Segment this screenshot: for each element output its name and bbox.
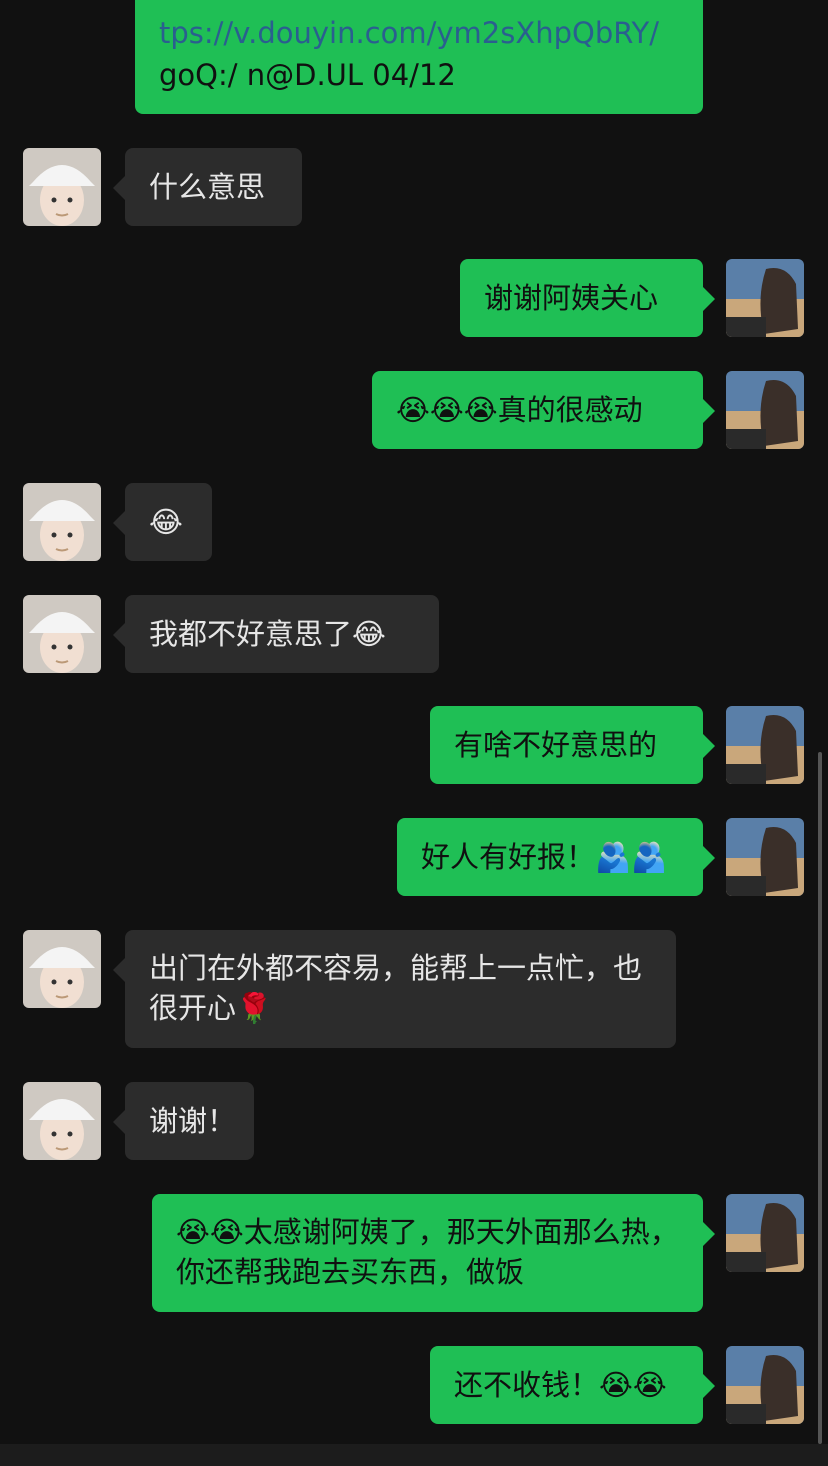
contact-avatar[interactable] (23, 483, 101, 561)
my-avatar[interactable] (726, 371, 804, 449)
message-text: 什么意思 (149, 170, 266, 204)
man-photo-avatar-icon (726, 259, 804, 337)
message-bubble-left[interactable]: 😂 (113, 483, 212, 561)
douyin-link[interactable]: tps://v.douyin.com/ym2sXhpQbRY/ (159, 12, 679, 54)
chat-scrollbar[interactable] (818, 752, 822, 1444)
message-bubble-left[interactable]: 谢谢！ (113, 1082, 254, 1160)
message-text: 😂 (149, 505, 183, 539)
my-avatar[interactable] (726, 259, 804, 337)
message-bubble-right[interactable]: 😭😭😭真的很感动 (372, 371, 715, 449)
message-text: 谢谢阿姨关心 (484, 281, 659, 315)
message-text: 好人有好报！🫂🫂 (421, 840, 668, 874)
message-bubble-left[interactable]: 出门在外都不容易，能帮上一点忙，也很开心🌹 (113, 930, 676, 1048)
message-text: 😭😭太感谢阿姨了，那天外面那么热，你还帮我跑去买东西，做饭 (176, 1215, 679, 1289)
message-text: 😭😭😭真的很感动 (396, 393, 643, 427)
man-photo-avatar-icon (726, 818, 804, 896)
message-bubble-right[interactable]: 有啥不好意思的 (430, 706, 715, 784)
woman-cap-avatar-icon (23, 930, 101, 1008)
bottom-bar (0, 1444, 828, 1466)
link-message-bubble[interactable]: tps://v.douyin.com/ym2sXhpQbRY/ goQ:/ n@… (135, 0, 703, 114)
message-bubble-right[interactable]: 好人有好报！🫂🫂 (397, 818, 715, 896)
message-bubble-left[interactable]: 什么意思 (113, 148, 302, 226)
my-avatar[interactable] (726, 1346, 804, 1424)
message-text: 出门在外都不容易，能帮上一点忙，也很开心🌹 (149, 951, 643, 1025)
contact-avatar[interactable] (23, 1082, 101, 1160)
my-avatar[interactable] (726, 706, 804, 784)
my-avatar[interactable] (726, 818, 804, 896)
message-text: 还不收钱！😭😭 (454, 1368, 667, 1402)
message-text: 我都不好意思了😂 (149, 617, 386, 651)
woman-cap-avatar-icon (23, 595, 101, 673)
message-text: 有啥不好意思的 (454, 728, 658, 762)
message-text: 谢谢！ (149, 1104, 237, 1138)
man-photo-avatar-icon (726, 371, 804, 449)
woman-cap-avatar-icon (23, 483, 101, 561)
man-photo-avatar-icon (726, 1346, 804, 1424)
man-photo-avatar-icon (726, 706, 804, 784)
message-bubble-right[interactable]: 谢谢阿姨关心 (460, 259, 715, 337)
my-avatar[interactable] (726, 1194, 804, 1272)
man-photo-avatar-icon (726, 1194, 804, 1272)
share-code-text: goQ:/ n@D.UL 04/12 (159, 58, 456, 92)
contact-avatar[interactable] (23, 148, 101, 226)
contact-avatar[interactable] (23, 930, 101, 1008)
message-bubble-right[interactable]: 还不收钱！😭😭 (430, 1346, 715, 1424)
contact-avatar[interactable] (23, 595, 101, 673)
message-bubble-left[interactable]: 我都不好意思了😂 (113, 595, 439, 673)
woman-cap-avatar-icon (23, 148, 101, 226)
message-bubble-right[interactable]: 😭😭太感谢阿姨了，那天外面那么热，你还帮我跑去买东西，做饭 (152, 1194, 715, 1312)
woman-cap-avatar-icon (23, 1082, 101, 1160)
